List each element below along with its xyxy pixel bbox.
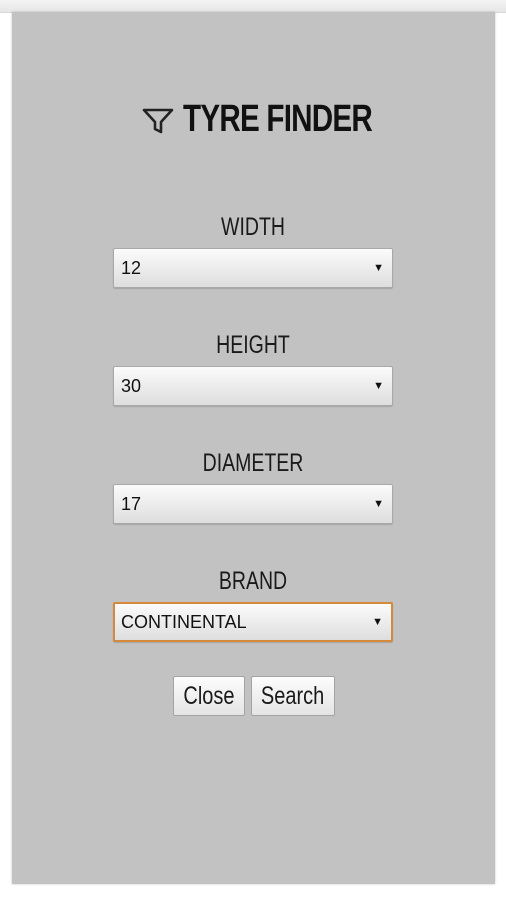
chevron-down-icon: ▼: [373, 262, 384, 274]
brand-select-value: CONTINENTAL: [121, 612, 247, 632]
close-button[interactable]: Close: [172, 676, 245, 716]
action-buttons: Close Search: [12, 676, 495, 716]
height-field: HEIGHT 30 ▼: [113, 328, 393, 406]
width-select-value: 12: [121, 258, 142, 278]
height-label: HEIGHT: [216, 331, 290, 359]
width-label: WIDTH: [221, 213, 285, 241]
search-button-label: Search: [260, 682, 325, 710]
diameter-field: DIAMETER 17 ▼: [113, 446, 393, 524]
brand-field: BRAND CONTINENTAL ▼: [113, 564, 393, 642]
diameter-select-value: 17: [121, 494, 142, 514]
width-select[interactable]: 12 ▼: [113, 248, 393, 288]
brand-label: BRAND: [218, 567, 288, 595]
filter-icon: [143, 108, 174, 133]
tyre-finder-panel: TYRE FINDER WIDTH 12 ▼ HEIGHT 30 ▼ DIAME…: [12, 12, 495, 884]
height-select[interactable]: 30 ▼: [113, 366, 393, 406]
diameter-select[interactable]: 17 ▼: [113, 484, 393, 524]
page-title: TYRE FINDER: [183, 98, 373, 140]
diameter-label: DIAMETER: [202, 449, 304, 477]
close-button-label: Close: [182, 682, 235, 710]
chevron-down-icon: ▼: [372, 616, 383, 628]
width-field: WIDTH 12 ▼: [113, 210, 393, 288]
search-button[interactable]: Search: [250, 676, 335, 716]
height-select-value: 30: [121, 376, 142, 396]
chevron-down-icon: ▼: [373, 380, 384, 392]
brand-select[interactable]: CONTINENTAL ▼: [113, 602, 393, 642]
page-header: TYRE FINDER: [12, 98, 495, 141]
chevron-down-icon: ▼: [373, 498, 384, 510]
